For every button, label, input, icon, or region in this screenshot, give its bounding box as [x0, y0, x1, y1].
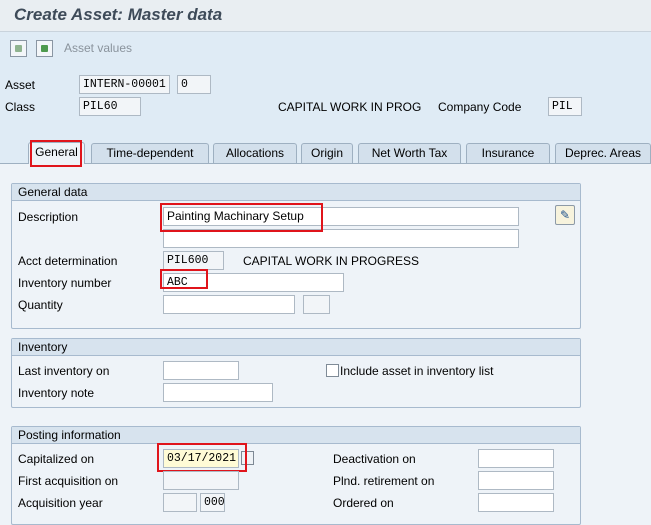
- edit-text-icon[interactable]: ✎: [555, 205, 575, 225]
- first-acquisition-label: First acquisition on: [18, 474, 119, 488]
- first-acquisition-field[interactable]: [163, 471, 239, 490]
- page-title: Create Asset: Master data: [14, 5, 223, 24]
- quantity-label: Quantity: [18, 298, 63, 312]
- class-description: CAPITAL WORK IN PROG: [278, 100, 422, 114]
- highlight-general-tab: [30, 140, 82, 167]
- company-code-field[interactable]: PIL: [548, 97, 582, 116]
- acquisition-year-field[interactable]: [163, 493, 197, 512]
- asset-subnumber-field[interactable]: 0: [177, 75, 211, 94]
- ordered-on-label: Ordered on: [333, 496, 394, 510]
- include-inventory-checkbox[interactable]: [326, 364, 339, 377]
- last-inventory-label: Last inventory on: [18, 364, 110, 378]
- acct-determination-field[interactable]: PIL600: [163, 251, 224, 270]
- deactivation-on-field[interactable]: [478, 449, 554, 468]
- inventory-note-label: Inventory note: [18, 386, 95, 400]
- deactivation-on-label: Deactivation on: [333, 452, 416, 466]
- quantity-field[interactable]: [163, 295, 295, 314]
- tab-allocations[interactable]: Allocations: [213, 143, 297, 163]
- planned-retirement-field[interactable]: [478, 471, 554, 490]
- tab-origin[interactable]: Origin: [301, 143, 353, 163]
- asset-label: Asset: [5, 78, 36, 92]
- highlight-inventory-number: [160, 269, 208, 289]
- asset-values-button[interactable]: Asset values: [64, 41, 132, 55]
- tab-insurance[interactable]: Insurance: [466, 143, 550, 163]
- tab-time-dependent[interactable]: Time-dependent: [91, 143, 209, 163]
- unit-field[interactable]: [303, 295, 330, 314]
- inventory-number-label: Inventory number: [18, 276, 112, 290]
- asset-number-field[interactable]: INTERN-00001: [79, 75, 170, 94]
- next-object-icon[interactable]: [36, 40, 53, 57]
- general-data-header: General data: [12, 184, 580, 201]
- highlight-description: [160, 203, 323, 232]
- acct-determination-label: Acct determination: [18, 254, 118, 268]
- last-inventory-field[interactable]: [163, 361, 239, 380]
- class-field[interactable]: PIL60: [79, 97, 141, 116]
- tab-net-worth-tax[interactable]: Net Worth Tax: [358, 143, 461, 163]
- include-inventory-label: Include asset in inventory list: [340, 364, 494, 378]
- planned-retirement-label: Plnd. retirement on: [333, 474, 435, 488]
- previous-object-icon[interactable]: [10, 40, 27, 57]
- acquisition-year-label: Acquisition year: [18, 496, 103, 510]
- acquisition-period-field[interactable]: 000: [200, 493, 225, 512]
- inventory-header: Inventory: [12, 339, 580, 356]
- class-label: Class: [5, 100, 36, 114]
- inventory-note-field[interactable]: [163, 383, 273, 402]
- highlight-capitalized-on: [157, 443, 247, 472]
- ordered-on-field[interactable]: [478, 493, 554, 512]
- capitalized-on-label: Capitalized on: [18, 452, 95, 466]
- acct-determination-description: CAPITAL WORK IN PROGRESS: [243, 254, 420, 268]
- description-label: Description: [18, 210, 79, 224]
- posting-information-header: Posting information: [12, 427, 580, 444]
- company-code-label: Company Code: [438, 100, 522, 114]
- tab-deprec-areas[interactable]: Deprec. Areas: [555, 143, 651, 163]
